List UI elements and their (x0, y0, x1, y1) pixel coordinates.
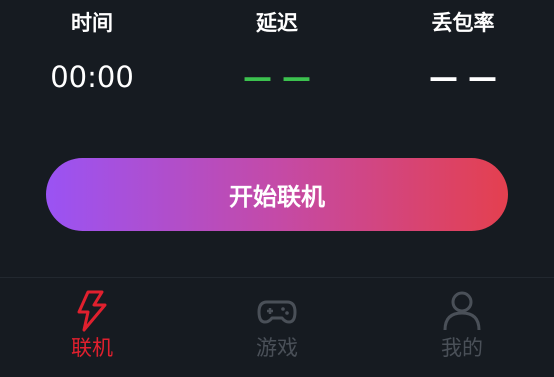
start-connect-button[interactable]: 开始联机 (46, 158, 508, 231)
tab-me-label: 我的 (441, 336, 483, 360)
bottom-tab-bar: 联机 游戏 我的 (0, 277, 554, 377)
stat-latency-label: 延迟 (256, 11, 298, 35)
tab-connect[interactable]: 联机 (32, 278, 152, 377)
lightning-icon (72, 290, 112, 332)
stat-time-value: 00:00 (50, 60, 134, 94)
stat-latency-value: — — (242, 60, 312, 94)
user-icon (442, 290, 482, 332)
stat-packet-loss-value: — — (428, 60, 498, 94)
tab-connect-label: 联机 (71, 336, 113, 360)
tab-games[interactable]: 游戏 (217, 278, 337, 377)
stat-packet-loss-label: 丢包率 (431, 11, 495, 35)
stat-time-label: 时间 (71, 11, 113, 35)
tab-games-label: 游戏 (256, 336, 298, 360)
tab-me[interactable]: 我的 (402, 278, 522, 377)
gamepad-icon (257, 290, 297, 332)
stats-panel: 时间 00:00 延迟 — — 丢包率 — — (0, 0, 554, 110)
